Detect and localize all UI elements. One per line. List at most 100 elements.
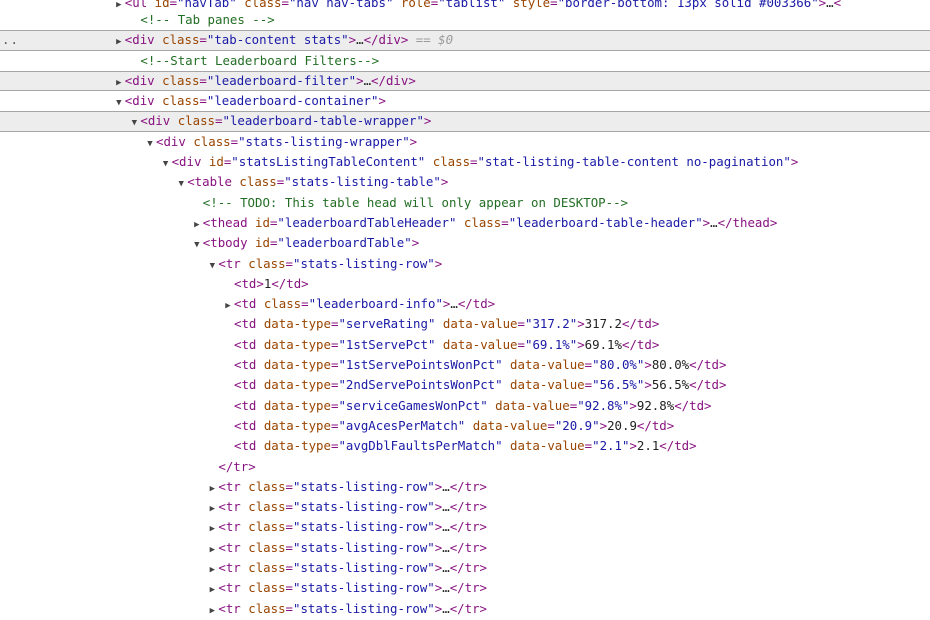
collapse-triangle-icon[interactable]: ▼ bbox=[206, 256, 218, 274]
dom-node-line[interactable]: ▼ <div class="leaderboard-table-wrapper"> bbox=[0, 111, 930, 132]
html-tag-token: > bbox=[599, 417, 608, 433]
html-text-content: … bbox=[710, 214, 718, 230]
expand-triangle-icon[interactable]: ▶ bbox=[222, 296, 234, 314]
html-tag-token: > bbox=[629, 438, 637, 454]
html-attribute-value: "2ndServePointsWonPct" bbox=[338, 377, 503, 393]
html-attribute-name: data-type bbox=[263, 417, 331, 433]
expand-triangle-icon[interactable]: ▶ bbox=[206, 499, 218, 517]
dom-node-line[interactable]: ▼ <div class="leaderboard-container"> bbox=[0, 91, 930, 111]
html-text-content: … bbox=[826, 0, 834, 10]
html-tag-token: = bbox=[470, 154, 478, 170]
dom-node-line[interactable]: ▼ <tr class="stats-listing-row"> bbox=[0, 254, 930, 274]
html-attribute-value: "1stServePct" bbox=[338, 336, 436, 352]
collapse-triangle-icon[interactable]: ▼ bbox=[191, 235, 203, 253]
html-attribute-name: data-value bbox=[510, 377, 585, 393]
dom-node-line[interactable]: ▶ <thead id = "leaderboardTableHeader" clas… bbox=[0, 213, 930, 233]
html-attribute-value: "92.8%" bbox=[577, 397, 630, 413]
expand-triangle-icon[interactable]: ▶ bbox=[206, 560, 218, 578]
html-attribute-name: data-type bbox=[263, 357, 331, 373]
expand-triangle-icon[interactable]: ▶ bbox=[206, 519, 218, 537]
dom-node-line[interactable]: ▼ <table class="stats-listing-table"> bbox=[0, 172, 930, 192]
dom-node-line[interactable]: ▶<!-- Tab panes --> bbox=[0, 10, 930, 30]
collapse-triangle-icon[interactable]: ▼ bbox=[160, 154, 172, 172]
html-tag-token: <tr bbox=[218, 539, 249, 555]
html-tag-token: = bbox=[285, 519, 294, 535]
html-attribute-name: id bbox=[208, 154, 224, 170]
expand-triangle-icon[interactable]: ▶ bbox=[206, 479, 218, 497]
dom-node-line[interactable]: ▶<td>1</td> bbox=[0, 274, 930, 294]
expand-triangle-icon[interactable]: ▶ bbox=[191, 215, 203, 233]
dom-node-line[interactable]: ▶ <tr class="stats-listing-row">…</tr> bbox=[0, 497, 930, 517]
html-comment: <!-- Tab panes --> bbox=[140, 12, 275, 27]
html-attribute-value: "leaderboard-table-wrapper" bbox=[222, 113, 424, 129]
html-tag-token: <td bbox=[234, 438, 264, 454]
collapse-triangle-icon[interactable]: ▼ bbox=[113, 93, 125, 111]
expand-triangle-icon[interactable]: ▶ bbox=[206, 540, 218, 558]
html-attribute-value: "stats-listing-wrapper" bbox=[238, 133, 410, 149]
html-tag-token: = bbox=[285, 600, 294, 616]
html-attribute-name: class bbox=[177, 113, 216, 129]
collapse-triangle-icon[interactable]: ▼ bbox=[175, 174, 187, 192]
html-tag-token: <tr bbox=[218, 255, 249, 271]
dom-node-selected[interactable]: .. ▶ <div class="tab-content stats">…</div… bbox=[0, 30, 930, 51]
expand-triangle-icon[interactable]: ▶ bbox=[206, 601, 218, 619]
html-attribute-name: id bbox=[255, 214, 270, 230]
html-tag-token: <td bbox=[234, 417, 264, 433]
dom-node-line[interactable]: ▼ <div class="stats-listing-wrapper"> bbox=[0, 132, 930, 152]
dom-node-line[interactable]: ▶ <ul id="navTab" class="nav nav-tabs" ro… bbox=[0, 0, 930, 10]
dom-node-line[interactable]: ▶<td data-type="serviceGamesWonPct" data… bbox=[0, 396, 930, 416]
html-tag-token: </td> bbox=[457, 296, 496, 312]
html-tag-token: > bbox=[411, 235, 420, 251]
html-attribute-name: class bbox=[248, 600, 286, 616]
html-tag-token: <div bbox=[140, 113, 178, 129]
html-text-content: 317.2 bbox=[584, 316, 622, 332]
dom-node-line[interactable]: ▶<td data-type="1stServePointsWonPct" da… bbox=[0, 355, 930, 375]
html-tag-token: <tr bbox=[218, 478, 249, 494]
dom-node-line[interactable]: ▶ <tr class="stats-listing-row">…</tr> bbox=[0, 477, 930, 497]
expand-triangle-icon[interactable]: ▶ bbox=[113, 74, 125, 90]
html-attribute-value: "avgAcesPerMatch" bbox=[338, 417, 466, 433]
dom-node-line[interactable]: ▶<td data-type="avgAcesPerMatch" data-va… bbox=[0, 416, 930, 436]
collapse-triangle-icon[interactable]: ▼ bbox=[144, 134, 156, 152]
html-attribute-name: data-value bbox=[442, 316, 518, 332]
html-tag-token: > bbox=[440, 174, 449, 190]
expand-triangle-icon[interactable]: ▶ bbox=[113, 33, 125, 49]
collapse-triangle-icon[interactable]: ▼ bbox=[128, 114, 140, 130]
html-text-content: … bbox=[442, 499, 450, 515]
expand-triangle-icon[interactable]: ▶ bbox=[113, 1, 125, 10]
html-tag-token bbox=[435, 316, 442, 331]
dom-node-line[interactable]: ▶ <tr class="stats-listing-row">…</tr> bbox=[0, 599, 930, 619]
html-tag-token: > bbox=[348, 32, 357, 48]
dom-node-line[interactable]: ▶ <tr class="stats-listing-row">…</tr> bbox=[0, 578, 930, 598]
html-text-content: … bbox=[442, 580, 450, 596]
dom-node-line[interactable]: ▶ <td class="leaderboard-info">…</td> bbox=[0, 294, 930, 314]
html-tag-token: = bbox=[230, 133, 239, 149]
html-attribute-name: class bbox=[244, 0, 282, 10]
html-attribute-name: class bbox=[162, 32, 200, 48]
dom-node-line[interactable]: ▶<!--Start Leaderboard Filters--> bbox=[0, 51, 930, 71]
html-tag-token bbox=[503, 357, 510, 372]
dom-node-line[interactable]: ▶</tr> bbox=[0, 457, 930, 477]
dom-node-line[interactable]: ▼ <tbody id="leaderboardTable"> bbox=[0, 233, 930, 253]
dom-node-line[interactable]: ▶ <tr class="stats-listing-row">…</tr> bbox=[0, 538, 930, 558]
dom-node-line[interactable]: ▼ <div id = "statsListingTableContent" clas… bbox=[0, 152, 930, 172]
dom-node-line[interactable]: ▶ <div class="leaderboard-filter">…</div> bbox=[0, 70, 930, 92]
dom-node-line[interactable]: ▶<td data-type="serveRating" data-value=… bbox=[0, 314, 930, 334]
more-options-dots[interactable]: .. bbox=[2, 31, 19, 49]
html-attribute-value: "tab-content stats" bbox=[206, 32, 349, 48]
html-tag-token: <table bbox=[187, 174, 240, 190]
html-attribute-value: "1stServePointsWonPct" bbox=[338, 357, 503, 373]
dom-node-line[interactable]: ▶ <tr class="stats-listing-row">…</tr> bbox=[0, 517, 930, 537]
dom-node-line[interactable]: ▶<td data-type="2ndServePointsWonPct" da… bbox=[0, 375, 930, 395]
html-tag-token: <ul bbox=[124, 0, 155, 10]
html-tag-token: = bbox=[285, 478, 294, 494]
dom-node-line[interactable]: ▶<td data-type="1stServePct" data-value=… bbox=[0, 335, 930, 355]
dom-node-line[interactable]: ▶ <tr class="stats-listing-row">…</tr> bbox=[0, 558, 930, 578]
html-tag-token: = bbox=[281, 0, 289, 10]
html-tag-token bbox=[503, 438, 510, 453]
dom-node-line[interactable]: ▶<!-- TODO: This table head will only ap… bbox=[0, 193, 930, 213]
expand-triangle-icon[interactable]: ▶ bbox=[206, 580, 218, 598]
html-attribute-name: id bbox=[154, 0, 170, 10]
html-attribute-value: "stats-listing-row" bbox=[293, 255, 435, 271]
dom-node-line[interactable]: ▶<td data-type="avgDblFaultsPerMatch" da… bbox=[0, 436, 930, 456]
